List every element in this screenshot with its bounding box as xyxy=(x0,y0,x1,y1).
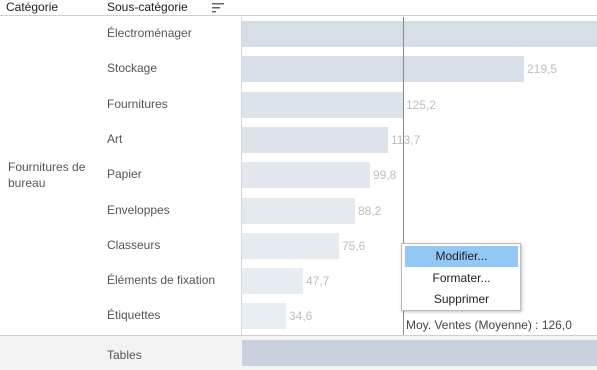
row-label-tables[interactable]: Tables xyxy=(107,348,142,362)
category-column: Fournitures de bureau xyxy=(0,17,100,335)
menu-item-modifier[interactable]: Modifier... xyxy=(405,246,518,267)
bar[interactable] xyxy=(242,21,597,47)
table-header: Catégorie Sous-catégorie xyxy=(0,0,597,16)
table-row-tables: Tables xyxy=(0,335,597,370)
row-label[interactable]: Fournitures xyxy=(107,97,168,111)
table-row: Enveloppes xyxy=(100,194,241,229)
row-label[interactable]: Électroménager xyxy=(107,26,192,40)
category-label[interactable]: Fournitures de bureau xyxy=(8,159,100,191)
bar-value-label: 34,6 xyxy=(289,309,313,324)
subcategory-header[interactable]: Sous-catégorie xyxy=(107,0,188,14)
context-menu: Modifier... Formater... Supprimer xyxy=(401,243,521,311)
row-label[interactable]: Enveloppes xyxy=(107,203,170,217)
row-label[interactable]: Stockage xyxy=(107,61,157,75)
table-row: Éléments de fixation xyxy=(100,264,241,299)
sort-descending-icon[interactable] xyxy=(212,2,224,13)
row-label[interactable]: Étiquettes xyxy=(107,308,160,322)
table-row: Classeurs xyxy=(100,229,241,264)
table-row: Papier xyxy=(100,158,241,193)
menu-item-formater[interactable]: Formater... xyxy=(405,268,518,289)
reference-line-caption: Moy. Ventes (Moyenne) : 126,0 xyxy=(406,318,572,332)
row-label[interactable]: Éléments de fixation xyxy=(107,273,215,287)
bar-value-label: 88,2 xyxy=(358,203,382,218)
table-row: Électroménager xyxy=(100,17,241,52)
bar[interactable] xyxy=(242,268,303,295)
bar[interactable] xyxy=(242,56,524,83)
bar-value-label: 99,8 xyxy=(373,168,397,183)
table-row: Fournitures xyxy=(100,88,241,123)
row-label[interactable]: Papier xyxy=(107,167,142,181)
table-row: Stockage xyxy=(100,52,241,87)
table-row: Art xyxy=(100,123,241,158)
bar-tables[interactable] xyxy=(242,340,597,366)
bar[interactable] xyxy=(242,162,370,189)
category-header[interactable]: Catégorie xyxy=(6,0,58,14)
row-label[interactable]: Art xyxy=(107,132,122,146)
table-row: Étiquettes xyxy=(100,299,241,334)
bar[interactable] xyxy=(242,303,286,330)
bar[interactable] xyxy=(242,126,388,153)
bar[interactable] xyxy=(242,91,403,118)
bar[interactable] xyxy=(242,232,339,259)
bar-value-label: 113,7 xyxy=(391,132,421,147)
row-label[interactable]: Classeurs xyxy=(107,238,160,252)
bar-value-label: 75,6 xyxy=(342,238,366,253)
bar-value-label: 219,5 xyxy=(527,62,558,77)
menu-item-supprimer[interactable]: Supprimer xyxy=(405,289,518,310)
bar[interactable] xyxy=(242,197,355,224)
bar-value-label: 125,2 xyxy=(406,97,437,112)
bar-value-label: 47,7 xyxy=(306,274,330,289)
